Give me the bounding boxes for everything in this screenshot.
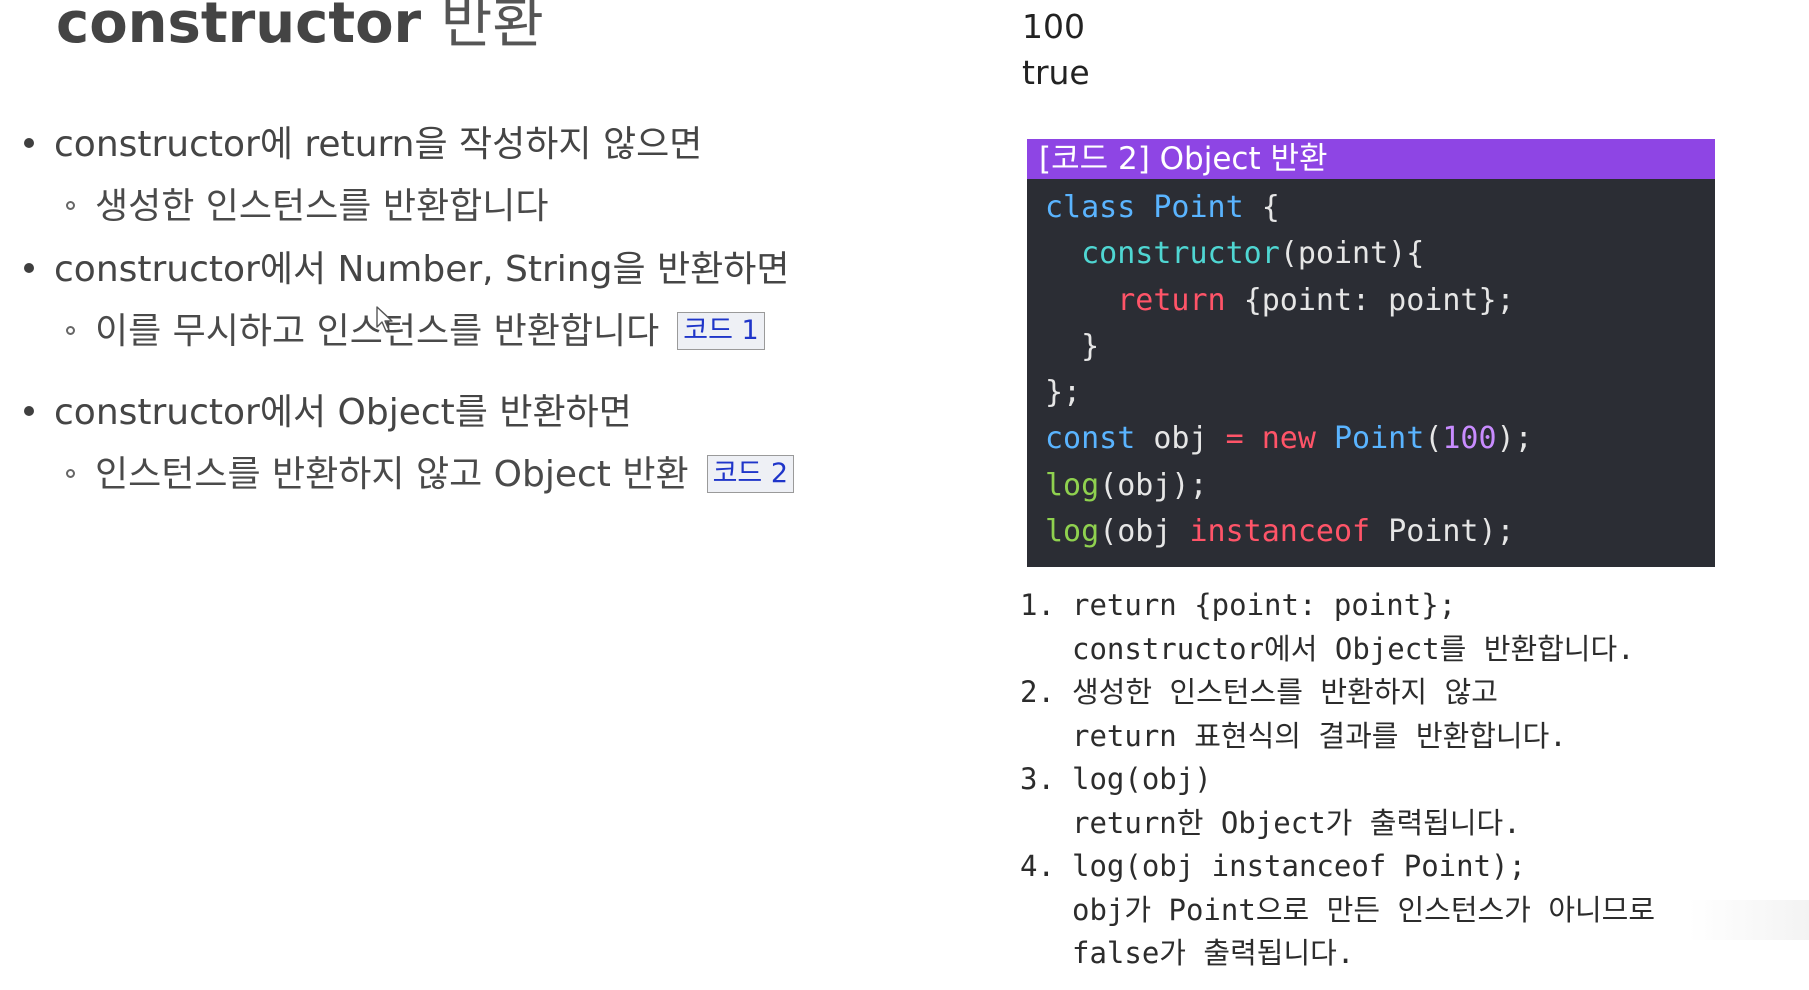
code-token: } — [1045, 328, 1100, 364]
code-token: constructor — [1081, 236, 1280, 272]
note-number: 1. — [1020, 588, 1055, 622]
note-line: return 표현식의 결과를 반환합니다. — [1020, 715, 1655, 759]
sub-bullet-circle-icon — [66, 325, 75, 335]
code-token: Point — [1153, 190, 1262, 225]
code-token: ( — [1424, 421, 1443, 457]
sub-bullet-item: 이를 무시하고 인스턴스를 반환합니다 코드 1 — [66, 310, 765, 354]
code-2-link[interactable]: 코드 2 — [706, 455, 795, 493]
code-token: return — [1117, 282, 1244, 318]
code-line: log(obj); — [1045, 463, 1715, 509]
page-title: constructor 반환 — [56, 0, 544, 56]
bullet-dot-icon — [24, 406, 34, 416]
note-text: return한 Object가 출력됩니다. — [1072, 805, 1521, 840]
code-block: [코드 2] Object 반환 class Point { construct… — [1027, 139, 1715, 567]
title-korean: 반환 — [440, 0, 544, 56]
sub-bullet-text: 생성한 인스턴스를 반환합니다 — [95, 186, 549, 227]
output-line: true — [1022, 53, 1090, 92]
code-line: }; — [1045, 370, 1715, 416]
note-line: false가 출력됩니다. — [1020, 932, 1655, 976]
explanation-list: 1. return {point: point}; constructor에서 Ob… — [1020, 584, 1655, 976]
code-line: } — [1045, 324, 1715, 370]
code-token: 100 — [1442, 421, 1497, 457]
bullet-text: constructor에 return을 작성하지 않으면 — [54, 124, 703, 165]
code-token: instanceof — [1189, 514, 1389, 550]
note-text: return 표현식의 결과를 반환합니다. — [1072, 718, 1567, 753]
code-token: log — [1045, 514, 1100, 550]
code-token: new — [1261, 421, 1334, 457]
sub-bullet-item: 인스턴스를 반환하지 않고 Object 반환 코드 2 — [66, 453, 795, 497]
note-line: constructor에서 Object를 반환합니다. — [1020, 628, 1655, 672]
note-number: 4. — [1020, 849, 1055, 883]
note-text: log(obj instanceof Point); — [1072, 849, 1526, 883]
note-line: 1. return {point: point}; — [1020, 584, 1655, 628]
sub-bullet-circle-icon — [66, 200, 75, 210]
code-block-header: [코드 2] Object 반환 — [1027, 139, 1715, 179]
note-text: obj가 Point으로 만든 인스턴스가 아니므로 — [1072, 892, 1656, 927]
note-line: 2. 생성한 인스턴스를 반환하지 않고 — [1020, 671, 1655, 715]
code-token: }; — [1045, 375, 1082, 411]
note-text: false가 출력됩니다. — [1072, 936, 1355, 970]
console-output: 100 true — [1022, 4, 1090, 96]
sub-bullet-circle-icon — [66, 468, 75, 478]
note-line: obj가 Point으로 만든 인스턴스가 아니므로 — [1020, 889, 1655, 933]
note-line: return한 Object가 출력됩니다. — [1020, 802, 1655, 846]
code-token: Point); — [1388, 514, 1515, 550]
mouse-pointer-icon — [376, 306, 393, 332]
code-token: obj — [1153, 421, 1226, 457]
code-token: = — [1225, 421, 1262, 457]
note-number: 3. — [1020, 762, 1055, 796]
code-token: (obj — [1099, 514, 1190, 550]
edge-fade — [1689, 900, 1809, 940]
bullet-text: constructor에서 Number, String을 반환하면 — [54, 249, 790, 290]
bullet-dot-icon — [24, 138, 34, 148]
code-token: Point — [1334, 421, 1425, 457]
note-text: 생성한 인스턴스를 반환하지 않고 — [1072, 675, 1498, 709]
bullet-item: constructor에 return을 작성하지 않으면 — [24, 123, 702, 167]
bullet-dot-icon — [24, 263, 34, 273]
note-text: return {point: point}; — [1072, 588, 1457, 622]
note-number: 2. — [1020, 675, 1055, 709]
code-line: class Point { — [1045, 185, 1715, 231]
code-token: {point: point}; — [1243, 282, 1515, 318]
title-keyword: constructor — [56, 0, 422, 56]
code-token: (obj); — [1099, 467, 1208, 503]
note-line: 4. log(obj instanceof Point); — [1020, 845, 1655, 889]
bullet-text: constructor에서 Object를 반환하면 — [54, 392, 632, 433]
code-token: class — [1045, 190, 1154, 225]
code-line: return {point: point}; — [1045, 278, 1715, 324]
code-token: ); — [1496, 421, 1533, 457]
code-token: (point){ — [1279, 236, 1425, 272]
code-token: const — [1045, 421, 1154, 457]
bullet-item: constructor에서 Number, String을 반환하면 — [24, 248, 790, 292]
code-1-link[interactable]: 코드 1 — [677, 312, 765, 350]
code-line: const obj = new Point(100); — [1045, 416, 1715, 462]
output-line: 100 — [1022, 7, 1085, 46]
code-token: { — [1261, 190, 1280, 225]
code-token: log — [1045, 467, 1100, 503]
code-lines: class Point { constructor(point){ return… — [1027, 179, 1715, 555]
code-line: constructor(point){ — [1045, 231, 1715, 277]
note-text: constructor에서 Object를 반환합니다. — [1072, 631, 1635, 666]
code-line: log(obj instanceof Point); — [1045, 509, 1715, 555]
slide: constructor 반환 constructor에 return을 작성하지… — [0, 0, 1809, 990]
bullet-item: constructor에서 Object를 반환하면 — [24, 391, 632, 435]
sub-bullet-text: 인스턴스를 반환하지 않고 Object 반환 — [95, 454, 689, 495]
sub-bullet-item: 생성한 인스턴스를 반환합니다 — [66, 185, 548, 229]
note-line: 3. log(obj) — [1020, 758, 1655, 802]
note-text: log(obj) — [1072, 762, 1212, 796]
